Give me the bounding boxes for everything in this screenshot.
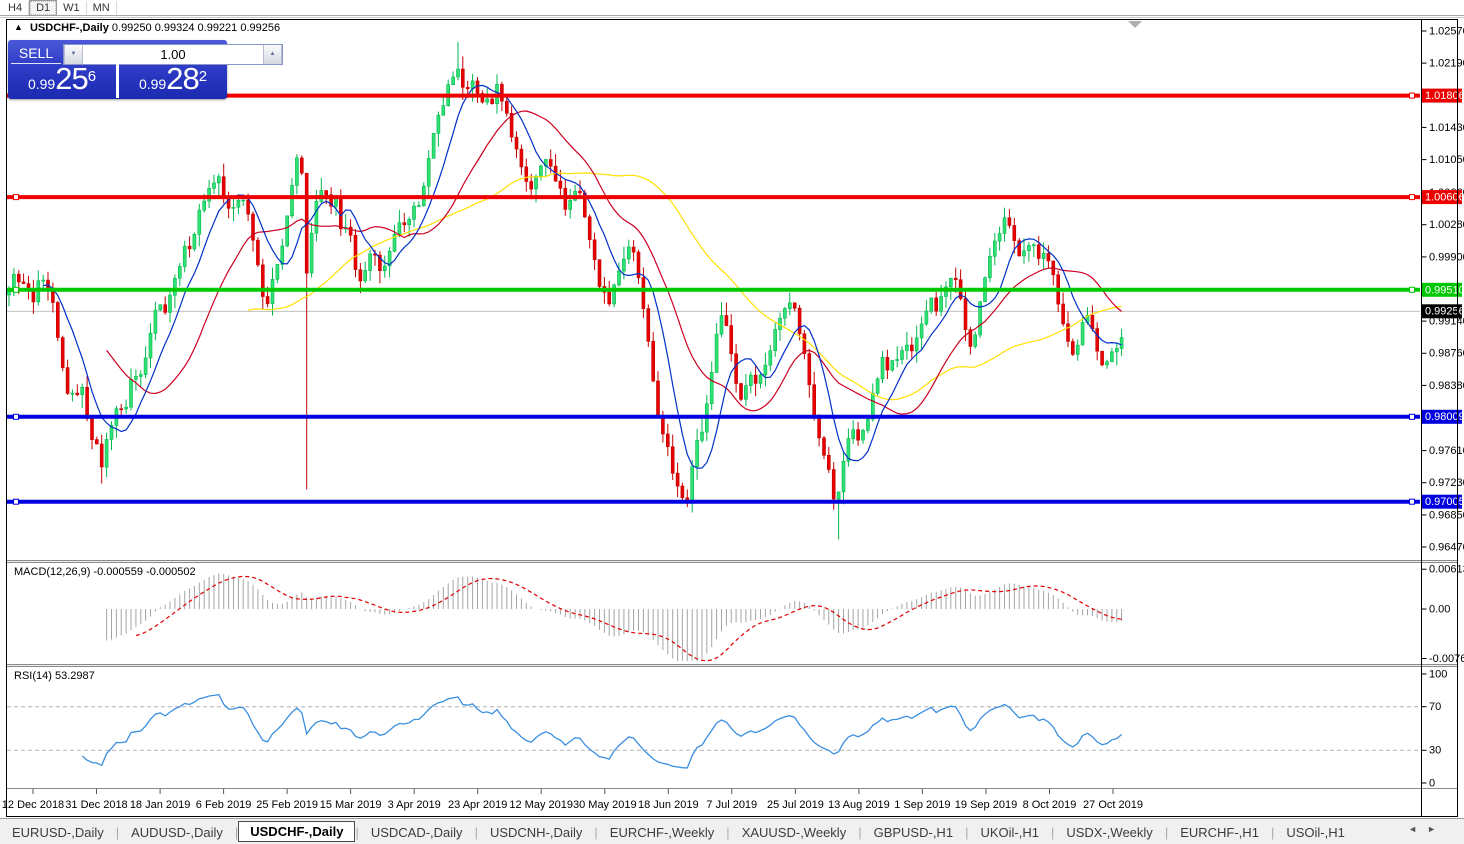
one-click-trading-panel: SELL ▼ ▲ BUY 0.99256 0.99282 (8, 40, 227, 99)
tab-ukoil-h1[interactable]: UKOil-,H1 (968, 822, 1051, 843)
tab-usoil-h1[interactable]: USOil-,H1 (1274, 822, 1357, 843)
macd-tick-label: 0.00613 (1429, 564, 1464, 576)
tab-usdcad-daily[interactable]: USDCAD-,Daily (359, 822, 475, 843)
sell-button[interactable]: SELL (11, 44, 61, 64)
tab-scroll-arrows: ◄► (1408, 824, 1446, 834)
price-tick-label: 0.97230 (1429, 477, 1464, 489)
line-anchor[interactable] (1410, 93, 1415, 98)
line-anchor[interactable] (14, 195, 19, 200)
tab-eurchf-weekly[interactable]: EURCHF-,Weekly (598, 822, 727, 843)
date-tick-label: 25 Feb 2019 (256, 799, 318, 811)
line-anchor[interactable] (1410, 414, 1415, 419)
hline-price-label-text: 1.01806 (1425, 90, 1464, 102)
date-tick-label: 30 May 2019 (573, 799, 637, 811)
line-anchor[interactable] (14, 414, 19, 419)
price-tick-label: 1.02190 (1429, 58, 1464, 70)
rsi-tick-label: 100 (1429, 668, 1447, 680)
rsi-tick-label: 30 (1429, 745, 1441, 757)
hline-price-label-text: 0.97005 (1425, 496, 1464, 508)
date-tick-label: 6 Feb 2019 (196, 799, 252, 811)
mt4-window: H4D1W1MN 1.025701.021901.014301.010501.0… (0, 0, 1464, 844)
buy-price[interactable]: 0.99282 (119, 64, 227, 100)
tab-usdchf-daily[interactable]: USDCHF-,Daily (238, 821, 355, 842)
line-anchor[interactable] (1410, 499, 1415, 504)
price-tick-label: 0.97610 (1429, 445, 1464, 457)
date-tick-label: 3 Apr 2019 (388, 799, 441, 811)
macd-tick-label: -0.007612 (1429, 653, 1464, 665)
date-tick-label: 27 Oct 2019 (1083, 799, 1143, 811)
chart-title: ▲ USDCHF-,Daily 0.99250 0.99324 0.99221 … (14, 22, 280, 34)
current-price-label-text: 0.99256 (1425, 306, 1464, 318)
tab-xauusd-weekly[interactable]: XAUUSD-,Weekly (730, 822, 859, 843)
date-tick-label: 18 Jan 2019 (130, 799, 191, 811)
price-tick-label: 0.98380 (1429, 380, 1464, 392)
macd-tick-label: 0.00 (1429, 603, 1450, 615)
line-anchor[interactable] (14, 287, 19, 292)
price-tick-label: 0.98760 (1429, 348, 1464, 360)
tab-eurchf-h1[interactable]: EURCHF-,H1 (1168, 822, 1271, 843)
volume-increase-button[interactable]: ▲ (263, 45, 282, 64)
date-tick-label: 25 Jul 2019 (767, 799, 824, 811)
triangle-up-icon: ▲ (270, 51, 276, 57)
price-tick-label: 0.96850 (1429, 509, 1464, 521)
tab-gbpusd-h1[interactable]: GBPUSD-,H1 (862, 822, 965, 843)
tab-usdcnh-daily[interactable]: USDCNH-,Daily (478, 822, 594, 843)
collapse-chart-icon[interactable]: ▲ (14, 22, 23, 32)
price-tick-label: 1.01050 (1429, 154, 1464, 166)
tab-audusd-daily[interactable]: AUDUSD-,Daily (119, 822, 235, 843)
price-tick-label: 0.99900 (1429, 251, 1464, 263)
tabs-scroll-left-icon[interactable]: ◄ (1408, 824, 1427, 834)
date-tick-label: 18 Jun 2019 (638, 799, 699, 811)
date-tick-label: 8 Oct 2019 (1023, 799, 1077, 811)
hline-price-label-text: 0.98009 (1425, 411, 1464, 423)
price-tick-label: 1.02570 (1429, 25, 1464, 37)
line-anchor[interactable] (1410, 195, 1415, 200)
tab-eurusd-daily[interactable]: EURUSD-,Daily (0, 822, 116, 843)
date-tick-label: 7 Jul 2019 (706, 799, 757, 811)
date-tick-label: 12 May 2019 (509, 799, 573, 811)
date-tick-label: 15 Mar 2019 (320, 799, 382, 811)
line-anchor[interactable] (1410, 287, 1415, 292)
price-tick-label: 0.96470 (1429, 541, 1464, 553)
rsi-indicator-label: RSI(14) 53.2987 (14, 670, 95, 682)
price-tick-label: 1.01430 (1429, 122, 1464, 134)
chart-area[interactable]: 1.025701.021901.014301.010501.006601.002… (0, 0, 1464, 844)
rsi-tick-label: 70 (1429, 701, 1441, 713)
price-tick-label: 1.00280 (1429, 219, 1464, 231)
hline-price-label-text: 1.00606 (1425, 192, 1464, 204)
hline-price-label-text: 0.99510 (1425, 284, 1464, 296)
line-anchor[interactable] (14, 499, 19, 504)
rsi-tick-label: 0 (1429, 777, 1435, 789)
date-tick-label: 12 Dec 2018 (2, 799, 64, 811)
chart-tab-bar: EURUSD-,Daily|AUDUSD-,Daily|USDCHF-,Dail… (0, 818, 1464, 844)
date-tick-label: 1 Sep 2019 (894, 799, 950, 811)
symbol-name: USDCHF-,Daily (30, 22, 109, 34)
macd-indicator-label: MACD(12,26,9) -0.000559 -0.000502 (14, 566, 196, 578)
date-tick-label: 19 Sep 2019 (955, 799, 1017, 811)
ohlc-values: 0.99250 0.99324 0.99221 0.99256 (112, 22, 280, 34)
sell-price[interactable]: 0.99256 (8, 64, 116, 100)
buy-button[interactable]: BUY (285, 44, 335, 64)
date-tick-label: 13 Aug 2019 (828, 799, 890, 811)
triangle-down-icon: ▼ (71, 51, 77, 57)
date-tick-label: 31 Dec 2018 (65, 799, 127, 811)
date-tick-label: 23 Apr 2019 (448, 799, 507, 811)
tabs-scroll-right-icon[interactable]: ► (1427, 824, 1446, 834)
tab-usdx-weekly[interactable]: USDX-,Weekly (1054, 822, 1164, 843)
